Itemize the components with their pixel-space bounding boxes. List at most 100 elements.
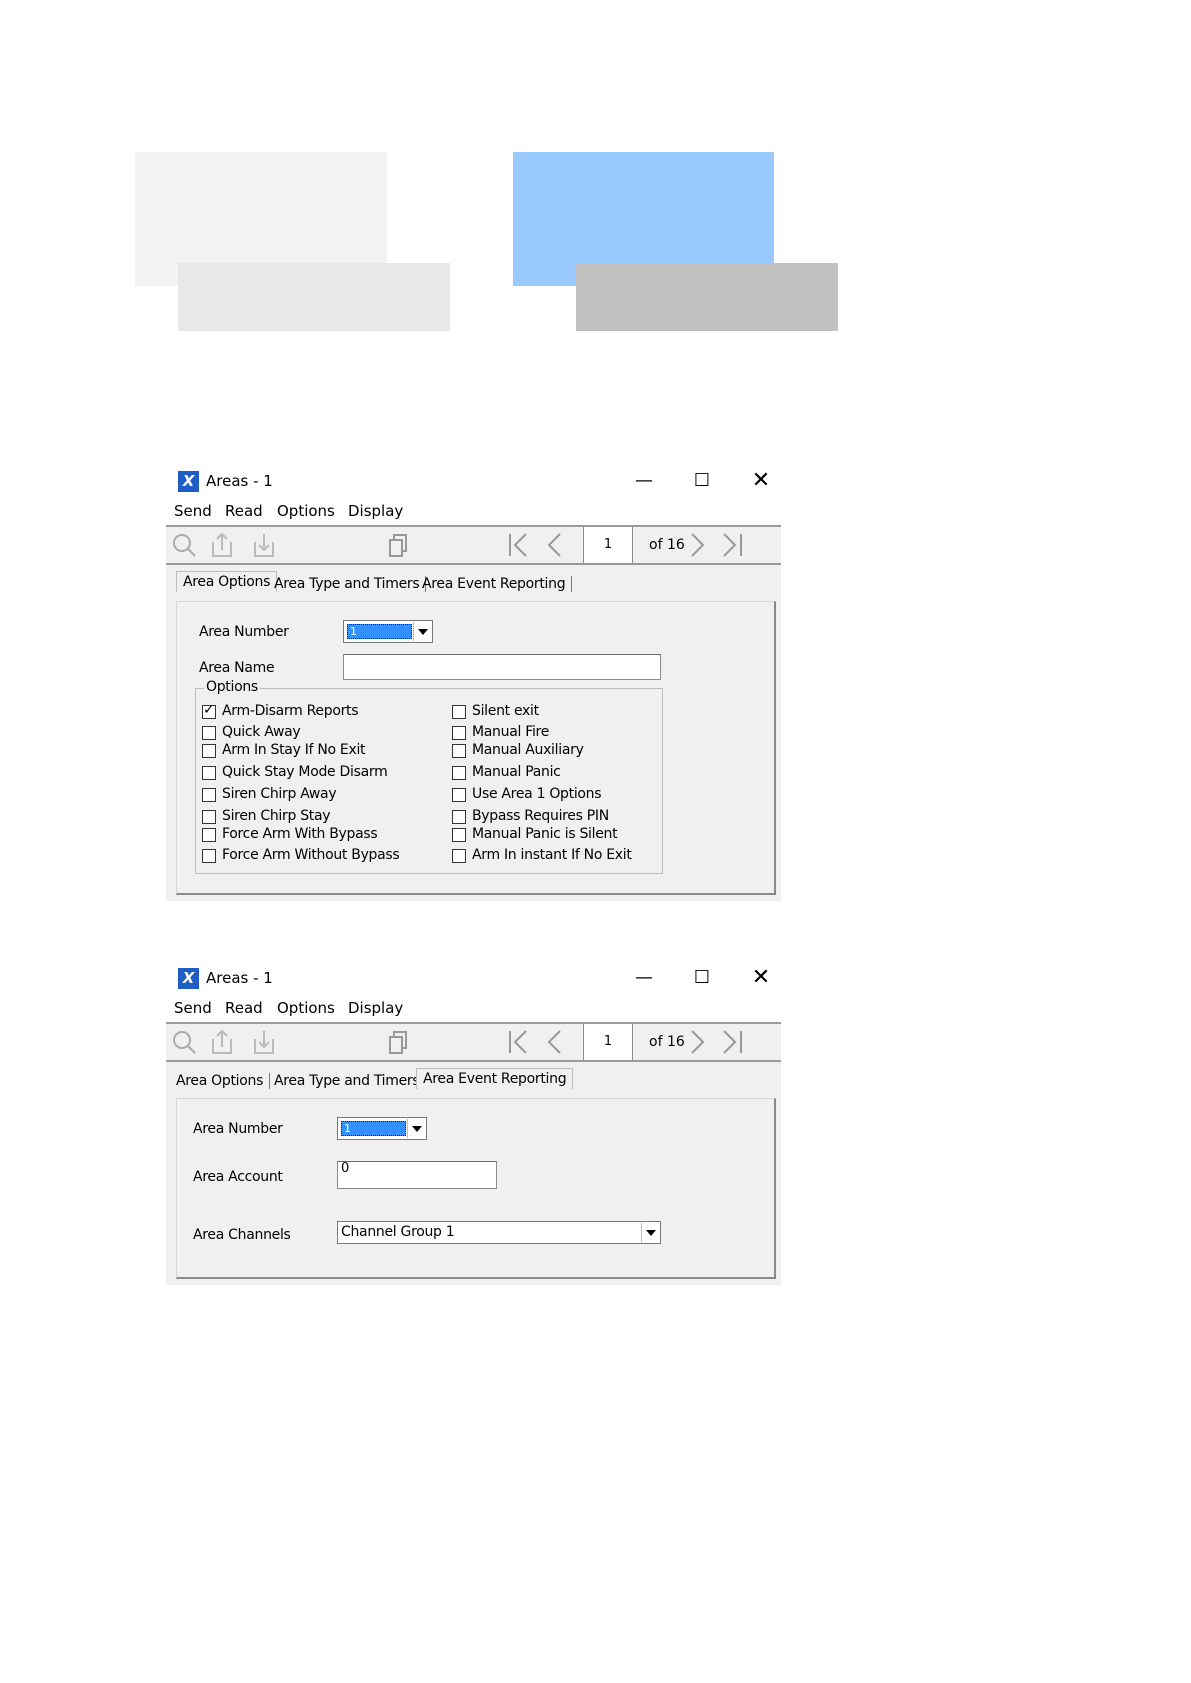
app-x-icon: X — [178, 471, 199, 492]
area-channels-label: Area Channels — [193, 1227, 291, 1243]
toolbar: 1 of 16 — [166, 525, 781, 565]
close-button[interactable]: ✕ — [738, 465, 784, 497]
last-page-icon[interactable] — [718, 532, 746, 558]
label-siren-chirp-away: Siren Chirp Away — [222, 786, 337, 802]
last-page-icon[interactable] — [718, 1029, 746, 1055]
label-manual-fire: Manual Fire — [472, 724, 550, 740]
label-manual-auxiliary: Manual Auxiliary — [472, 742, 584, 758]
chevron-down-icon[interactable] — [407, 1119, 425, 1138]
checkbox-force-arm-with-bypass[interactable] — [202, 828, 216, 842]
label-siren-chirp-stay: Siren Chirp Stay — [222, 808, 331, 824]
gray-dark-block — [576, 263, 838, 331]
upload-icon[interactable] — [208, 532, 236, 558]
first-page-icon[interactable] — [504, 1029, 532, 1055]
checkbox-use-area-1-options[interactable] — [452, 788, 466, 802]
copy-icon[interactable] — [384, 532, 412, 558]
tab-area-options[interactable]: Area Options — [176, 571, 278, 592]
checkbox-bypass-requires-pin[interactable] — [452, 810, 466, 824]
label-arm-in-instant-if-no-exit: Arm In instant If No Exit — [472, 847, 632, 863]
chevron-down-icon[interactable] — [641, 1223, 659, 1242]
tab-area-event-reporting[interactable]: Area Event Reporting — [416, 1068, 574, 1089]
search-icon[interactable] — [170, 1029, 198, 1055]
label-arm-in-stay-if-no-exit: Arm In Stay If No Exit — [222, 742, 366, 758]
download-icon[interactable] — [250, 532, 278, 558]
checkbox-arm-in-instant-if-no-exit[interactable] — [452, 849, 466, 863]
label-manual-panic-is-silent: Manual Panic is Silent — [472, 826, 618, 842]
copy-icon[interactable] — [384, 1029, 412, 1055]
areas-window-event-reporting: X Areas - 1 — ☐ ✕ Send Read Options Disp… — [166, 960, 781, 1285]
maximize-button[interactable]: ☐ — [679, 962, 725, 994]
chevron-down-icon[interactable] — [413, 622, 431, 641]
menu-read[interactable]: Read — [225, 999, 263, 1017]
next-page-icon[interactable] — [684, 1029, 712, 1055]
checkbox-manual-auxiliary[interactable] — [452, 744, 466, 758]
menu-bar: Send Read Options Display — [166, 996, 781, 1022]
checkbox-quick-stay-mode-disarm[interactable] — [202, 766, 216, 780]
label-bypass-requires-pin: Bypass Requires PIN — [472, 808, 609, 824]
maximize-button[interactable]: ☐ — [679, 465, 725, 497]
label-force-arm-without-bypass: Force Arm Without Bypass — [222, 847, 400, 863]
checkbox-siren-chirp-away[interactable] — [202, 788, 216, 802]
minimize-button[interactable]: — — [621, 962, 667, 994]
checkbox-manual-panic-is-silent[interactable] — [452, 828, 466, 842]
previous-page-icon[interactable] — [540, 1029, 568, 1055]
search-icon[interactable] — [170, 532, 198, 558]
tab-area-event-reporting[interactable]: Area Event Reporting — [422, 576, 573, 592]
tab-area-type-timers[interactable]: Area Type and Timers — [274, 1073, 427, 1089]
checkbox-force-arm-without-bypass[interactable] — [202, 849, 216, 863]
menu-options[interactable]: Options — [277, 502, 335, 520]
checkbox-manual-panic[interactable] — [452, 766, 466, 780]
menu-options[interactable]: Options — [277, 999, 335, 1017]
page-total: of 16 — [649, 1034, 685, 1050]
title-bar: X Areas - 1 — ☐ ✕ — [166, 960, 781, 996]
area-event-reporting-panel: Area Number 1 Area Account 0 Area Channe… — [176, 1098, 776, 1279]
first-page-icon[interactable] — [504, 532, 532, 558]
checkbox-manual-fire[interactable] — [452, 726, 466, 740]
minimize-button[interactable]: — — [621, 465, 667, 497]
window-body: Area Options Area Type and Timers Area E… — [166, 1062, 781, 1285]
checkbox-quick-away[interactable] — [202, 726, 216, 740]
menu-display[interactable]: Display — [348, 502, 403, 520]
label-use-area-1-options: Use Area 1 Options — [472, 786, 602, 802]
label-quick-away: Quick Away — [222, 724, 301, 740]
checkbox-arm-disarm-reports[interactable] — [202, 702, 216, 719]
area-account-input[interactable]: 0 — [337, 1161, 497, 1189]
options-legend: Options — [204, 679, 260, 695]
area-number-select[interactable]: 1 — [337, 1117, 427, 1140]
area-name-label: Area Name — [199, 660, 275, 676]
gray-mid-block — [178, 263, 450, 331]
tab-area-options[interactable]: Area Options — [176, 1073, 271, 1089]
menu-read[interactable]: Read — [225, 502, 263, 520]
label-manual-panic: Manual Panic — [472, 764, 561, 780]
app-x-icon: X — [178, 968, 199, 989]
menu-send[interactable]: Send — [174, 999, 212, 1017]
page-number-input[interactable]: 1 — [583, 527, 633, 563]
label-arm-disarm-reports: Arm-Disarm Reports — [222, 703, 359, 719]
menu-display[interactable]: Display — [348, 999, 403, 1017]
area-number-value: 1 — [347, 624, 412, 639]
download-icon[interactable] — [250, 1029, 278, 1055]
checkbox-arm-in-stay-if-no-exit[interactable] — [202, 744, 216, 758]
tab-area-type-timers[interactable]: Area Type and Timers — [274, 576, 427, 592]
area-options-panel: Area Number 1 Area Name Options Arm-Disa… — [176, 601, 776, 895]
upload-icon[interactable] — [208, 1029, 236, 1055]
menu-bar: Send Read Options Display — [166, 499, 781, 525]
checkbox-siren-chirp-stay[interactable] — [202, 810, 216, 824]
toolbar: 1 of 16 — [166, 1022, 781, 1062]
label-silent-exit: Silent exit — [472, 703, 539, 719]
next-page-icon[interactable] — [684, 532, 712, 558]
menu-send[interactable]: Send — [174, 502, 212, 520]
area-account-label: Area Account — [193, 1169, 283, 1185]
window-title: Areas - 1 — [206, 472, 273, 490]
area-number-select[interactable]: 1 — [343, 620, 433, 643]
previous-page-icon[interactable] — [540, 532, 568, 558]
window-body: Area Options Area Type and Timers Area E… — [166, 565, 781, 901]
area-name-input[interactable] — [343, 654, 661, 680]
window-title: Areas - 1 — [206, 969, 273, 987]
page-number-input[interactable]: 1 — [583, 1024, 633, 1060]
options-group: Options Arm-Disarm Reports Quick Away Ar… — [195, 679, 663, 874]
page-total: of 16 — [649, 537, 685, 553]
area-channels-select[interactable]: Channel Group 1 — [337, 1221, 661, 1244]
close-button[interactable]: ✕ — [738, 962, 784, 994]
checkbox-silent-exit[interactable] — [452, 705, 466, 719]
